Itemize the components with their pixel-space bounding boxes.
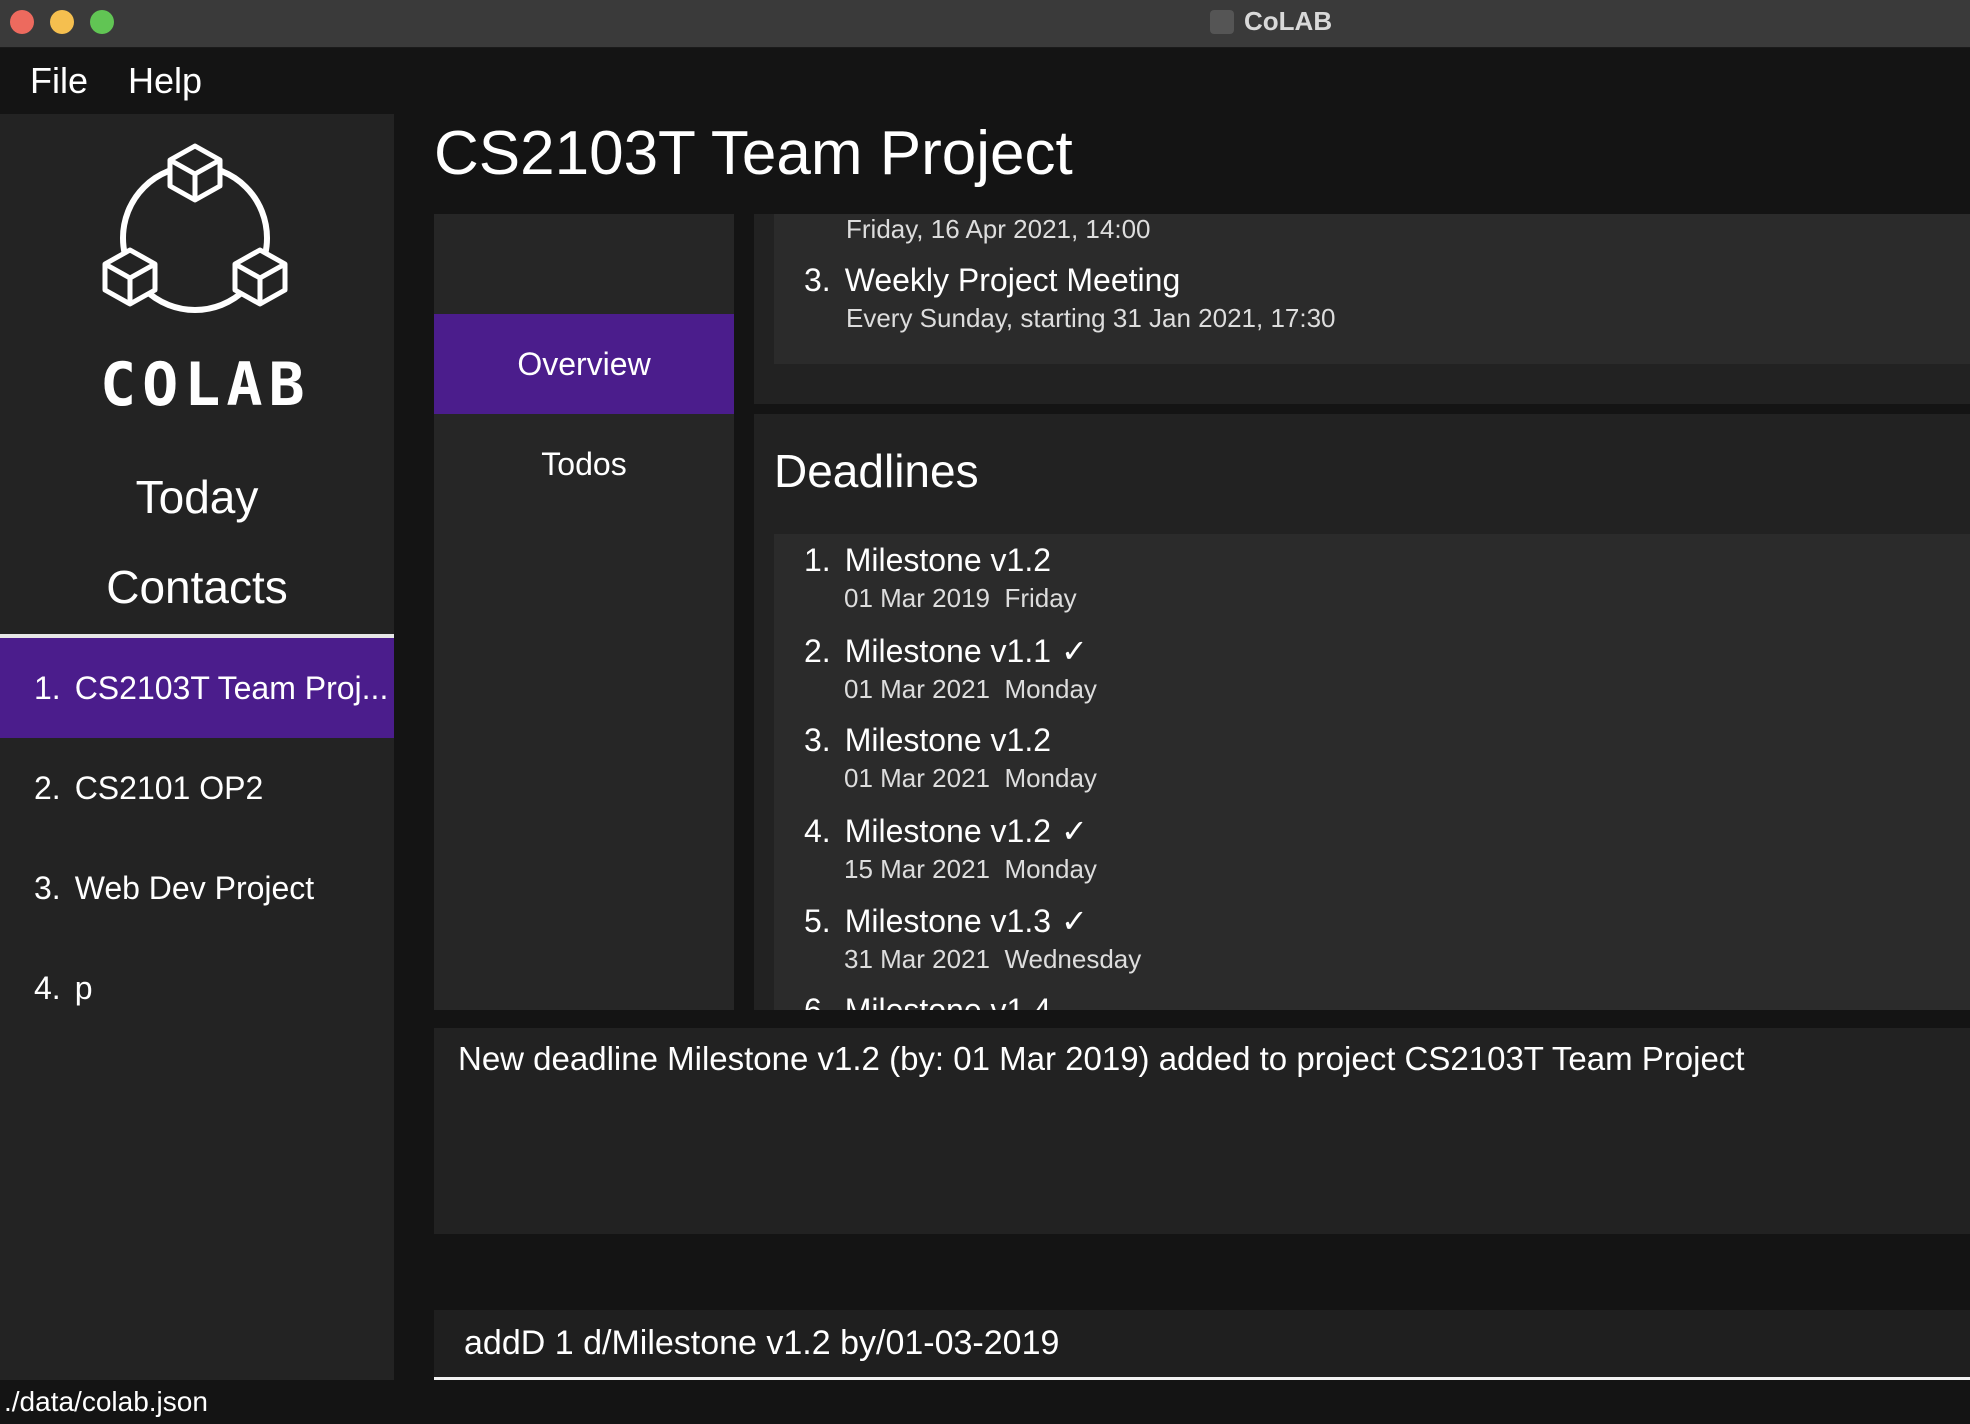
nav-today[interactable]: Today [0, 470, 394, 524]
menu-bar: File Help [0, 48, 1970, 114]
deadline-name: Milestone v1.2 [844, 722, 1052, 758]
done-check-icon: ✓ [1061, 903, 1088, 939]
close-window-button[interactable] [10, 10, 34, 34]
project-name: p [74, 969, 93, 1006]
status-bar: ./data/colab.json [0, 1380, 1970, 1424]
deadline-name: Milestone v1.2 [844, 542, 1052, 578]
deadline-item: 1. Milestone v1.2 01 Mar 2019 Friday [804, 542, 1077, 614]
deadline-number: 1. [804, 542, 831, 578]
overview-content[interactable]: Friday, 16 Apr 2021, 14:00 3. Weekly Proj… [754, 214, 1970, 1010]
window-title-bar: CoLAB [0, 0, 1970, 48]
deadline-day: Monday [1004, 854, 1097, 884]
project-number: 3. [34, 869, 61, 906]
colab-logo-icon [102, 143, 288, 313]
deadline-date: 01 Mar 2021 [844, 763, 990, 793]
event-item: 3. Weekly Project Meeting Every Sunday, s… [804, 262, 1336, 334]
deadline-item: 4. Milestone v1.2 ✓ 15 Mar 2021 Monday [804, 812, 1097, 885]
logo-text: COLAB [100, 350, 311, 420]
sidebar: COLAB Today Contacts 1. CS2103T Team Pro… [0, 114, 394, 1380]
deadlines-title: Deadlines [774, 445, 979, 497]
page-title: CS2103T Team Project [434, 119, 1073, 188]
tab-overview[interactable]: Overview [434, 314, 734, 414]
window-title: CoLAB [1210, 6, 1332, 37]
deadline-number: 6. [804, 992, 831, 1010]
deadline-name: Milestone v1.1 [844, 633, 1052, 669]
deadline-item: 2. Milestone v1.1 ✓ 01 Mar 2021 Monday [804, 632, 1097, 705]
done-check-icon: ✓ [1061, 633, 1088, 669]
deadline-item: 3. Milestone v1.2 01 Mar 2021 Monday [804, 722, 1097, 794]
deadline-name: Milestone v1.4 [844, 992, 1052, 1010]
event-schedule: Every Sunday, starting 31 Jan 2021, 17:3… [846, 303, 1336, 333]
colab-logo: COLAB [100, 138, 311, 438]
event-title: 3. Weekly Project Meeting [804, 262, 1336, 299]
deadline-day: Friday [1004, 583, 1077, 613]
done-check-icon: ✓ [1061, 813, 1088, 849]
deadline-number: 3. [804, 722, 831, 758]
project-item[interactable]: 2. CS2101 OP2 [0, 738, 394, 838]
project-number: 2. [34, 769, 61, 806]
app-icon [1210, 9, 1234, 34]
deadline-date: 31 Mar 2021 [844, 944, 990, 974]
nav-contacts[interactable]: Contacts [0, 560, 394, 614]
project-item[interactable]: 4. p [0, 938, 394, 1038]
event-name: Weekly Project Meeting [844, 262, 1181, 298]
events-list[interactable]: Friday, 16 Apr 2021, 14:00 3. Weekly Proj… [774, 214, 1970, 364]
minimize-window-button[interactable] [50, 10, 74, 34]
deadlines-card: Deadlines 1. Milestone v1.2 01 Mar 2019 F… [754, 414, 1970, 1010]
deadline-date: 15 Mar 2021 [844, 854, 990, 884]
project-item[interactable]: 3. Web Dev Project [0, 838, 394, 938]
project-list: 1. CS2103T Team Proj... 2. CS2101 OP2 3.… [0, 638, 394, 1038]
project-item[interactable]: 1. CS2103T Team Proj... [0, 638, 394, 738]
deadline-day: Wednesday [1004, 944, 1142, 974]
main-panel: CS2103T Team Project Overview Todos Frid… [394, 114, 1970, 1380]
tab-todos[interactable]: Todos [434, 414, 734, 514]
deadline-item: 6. Milestone v1.4 [804, 992, 1061, 1010]
zoom-window-button[interactable] [90, 10, 114, 34]
deadlines-list[interactable]: 1. Milestone v1.2 01 Mar 2019 Friday 2. Mi… [774, 534, 1970, 1010]
menu-file[interactable]: File [30, 60, 88, 102]
deadline-item: 5. Milestone v1.3 ✓ 31 Mar 2021 Wednesday [804, 902, 1141, 975]
deadline-number: 2. [804, 633, 831, 669]
deadline-day: Monday [1004, 763, 1097, 793]
events-card: Friday, 16 Apr 2021, 14:00 3. Weekly Proj… [754, 214, 1970, 404]
command-input[interactable]: addD 1 d/Milestone v1.2 by/01-03-2019 [434, 1310, 1970, 1380]
project-number: 4. [34, 969, 61, 1006]
event-number: 3. [804, 262, 831, 298]
project-number: 1. [34, 669, 61, 706]
deadline-date: 01 Mar 2021 [844, 674, 990, 704]
project-name: Web Dev Project [74, 869, 315, 906]
project-name: CS2101 OP2 [74, 769, 264, 806]
result-display: New deadline Milestone v1.2 (by: 01 Mar … [434, 1028, 1970, 1234]
deadline-name: Milestone v1.3 [844, 903, 1052, 939]
project-name: CS2103T Team Proj... [74, 669, 389, 706]
deadline-number: 5. [804, 903, 831, 939]
save-file-path: ./data/colab.json [4, 1386, 208, 1417]
tabs-panel: Overview Todos [434, 214, 734, 1010]
deadline-date: 01 Mar 2019 [844, 583, 990, 613]
deadline-day: Monday [1004, 674, 1097, 704]
menu-help[interactable]: Help [128, 60, 202, 102]
window-title-text: CoLAB [1244, 6, 1333, 36]
deadline-name: Milestone v1.2 [844, 813, 1052, 849]
event-schedule: Friday, 16 Apr 2021, 14:00 [846, 214, 1151, 244]
deadline-number: 4. [804, 813, 831, 849]
